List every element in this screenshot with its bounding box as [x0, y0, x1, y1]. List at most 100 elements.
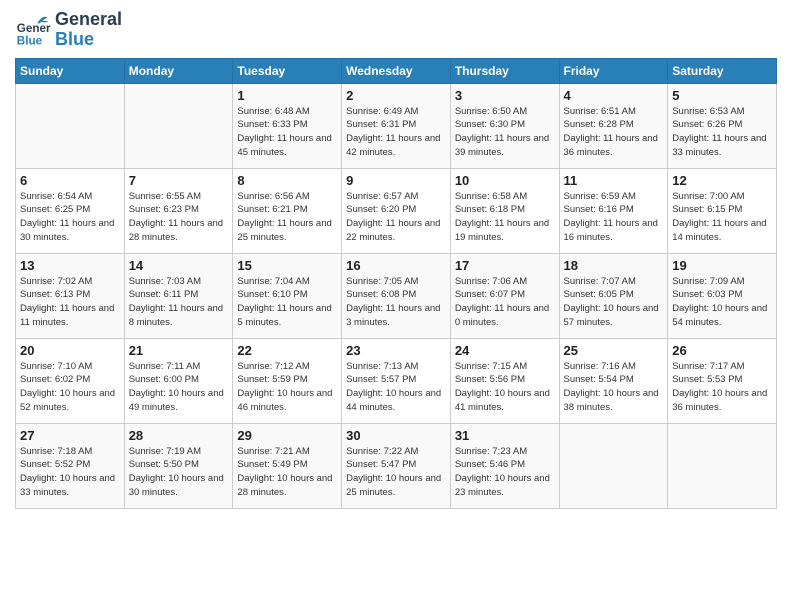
day-info: Sunrise: 7:17 AM Sunset: 5:53 PM Dayligh… [672, 360, 772, 415]
page-header: General Blue General Blue [15, 10, 777, 50]
header-thursday: Thursday [450, 58, 559, 83]
day-number: 5 [672, 88, 772, 103]
day-number: 31 [455, 428, 555, 443]
day-info: Sunrise: 7:05 AM Sunset: 6:08 PM Dayligh… [346, 275, 446, 330]
day-number: 10 [455, 173, 555, 188]
day-info: Sunrise: 7:04 AM Sunset: 6:10 PM Dayligh… [237, 275, 337, 330]
day-cell: 24 Sunrise: 7:15 AM Sunset: 5:56 PM Dayli… [450, 338, 559, 423]
day-cell: 16 Sunrise: 7:05 AM Sunset: 6:08 PM Dayli… [342, 253, 451, 338]
calendar-header-row: SundayMondayTuesdayWednesdayThursdayFrid… [16, 58, 777, 83]
day-info: Sunrise: 7:06 AM Sunset: 6:07 PM Dayligh… [455, 275, 555, 330]
day-info: Sunrise: 6:51 AM Sunset: 6:28 PM Dayligh… [564, 105, 664, 160]
day-cell: 23 Sunrise: 7:13 AM Sunset: 5:57 PM Dayli… [342, 338, 451, 423]
day-number: 3 [455, 88, 555, 103]
day-number: 22 [237, 343, 337, 358]
day-info: Sunrise: 6:57 AM Sunset: 6:20 PM Dayligh… [346, 190, 446, 245]
day-cell [124, 83, 233, 168]
day-cell: 4 Sunrise: 6:51 AM Sunset: 6:28 PM Daylig… [559, 83, 668, 168]
day-number: 23 [346, 343, 446, 358]
day-cell: 17 Sunrise: 7:06 AM Sunset: 6:07 PM Dayli… [450, 253, 559, 338]
calendar-table: SundayMondayTuesdayWednesdayThursdayFrid… [15, 58, 777, 509]
day-info: Sunrise: 6:53 AM Sunset: 6:26 PM Dayligh… [672, 105, 772, 160]
week-row-5: 27Sunrise: 7:18 AM Sunset: 5:52 PM Dayli… [16, 423, 777, 508]
day-cell: 7 Sunrise: 6:55 AM Sunset: 6:23 PM Daylig… [124, 168, 233, 253]
header-monday: Monday [124, 58, 233, 83]
day-cell: 30 Sunrise: 7:22 AM Sunset: 5:47 PM Dayli… [342, 423, 451, 508]
day-info: Sunrise: 6:50 AM Sunset: 6:30 PM Dayligh… [455, 105, 555, 160]
day-cell: 15 Sunrise: 7:04 AM Sunset: 6:10 PM Dayli… [233, 253, 342, 338]
day-number: 14 [129, 258, 229, 273]
day-info: Sunrise: 7:15 AM Sunset: 5:56 PM Dayligh… [455, 360, 555, 415]
day-info: Sunrise: 6:58 AM Sunset: 6:18 PM Dayligh… [455, 190, 555, 245]
day-cell: 10 Sunrise: 6:58 AM Sunset: 6:18 PM Dayli… [450, 168, 559, 253]
day-cell: 27Sunrise: 7:18 AM Sunset: 5:52 PM Dayli… [16, 423, 125, 508]
logo: General Blue General Blue [15, 10, 122, 50]
day-cell [668, 423, 777, 508]
day-cell: 8 Sunrise: 6:56 AM Sunset: 6:21 PM Daylig… [233, 168, 342, 253]
day-number: 12 [672, 173, 772, 188]
day-cell: 5 Sunrise: 6:53 AM Sunset: 6:26 PM Daylig… [668, 83, 777, 168]
day-number: 1 [237, 88, 337, 103]
logo-general: General [55, 10, 122, 30]
day-info: Sunrise: 7:02 AM Sunset: 6:13 PM Dayligh… [20, 275, 120, 330]
day-number: 24 [455, 343, 555, 358]
day-number: 18 [564, 258, 664, 273]
day-info: Sunrise: 7:07 AM Sunset: 6:05 PM Dayligh… [564, 275, 664, 330]
day-cell: 6 Sunrise: 6:54 AM Sunset: 6:25 PM Daylig… [16, 168, 125, 253]
day-info: Sunrise: 7:13 AM Sunset: 5:57 PM Dayligh… [346, 360, 446, 415]
day-number: 29 [237, 428, 337, 443]
day-number: 15 [237, 258, 337, 273]
day-cell: 21Sunrise: 7:11 AM Sunset: 6:00 PM Dayli… [124, 338, 233, 423]
day-info: Sunrise: 7:21 AM Sunset: 5:49 PM Dayligh… [237, 445, 337, 500]
day-number: 17 [455, 258, 555, 273]
day-number: 6 [20, 173, 120, 188]
day-cell: 9 Sunrise: 6:57 AM Sunset: 6:20 PM Daylig… [342, 168, 451, 253]
day-number: 7 [129, 173, 229, 188]
day-cell: 20Sunrise: 7:10 AM Sunset: 6:02 PM Dayli… [16, 338, 125, 423]
day-number: 16 [346, 258, 446, 273]
week-row-3: 13 Sunrise: 7:02 AM Sunset: 6:13 PM Dayli… [16, 253, 777, 338]
day-number: 20 [20, 343, 120, 358]
day-cell: 26 Sunrise: 7:17 AM Sunset: 5:53 PM Dayli… [668, 338, 777, 423]
week-row-1: 1 Sunrise: 6:48 AM Sunset: 6:33 PM Daylig… [16, 83, 777, 168]
day-cell: 22 Sunrise: 7:12 AM Sunset: 5:59 PM Dayli… [233, 338, 342, 423]
day-info: Sunrise: 6:54 AM Sunset: 6:25 PM Dayligh… [20, 190, 120, 245]
header-sunday: Sunday [16, 58, 125, 83]
day-info: Sunrise: 7:22 AM Sunset: 5:47 PM Dayligh… [346, 445, 446, 500]
day-number: 9 [346, 173, 446, 188]
day-cell: 12 Sunrise: 7:00 AM Sunset: 6:15 PM Dayli… [668, 168, 777, 253]
day-info: Sunrise: 7:19 AM Sunset: 5:50 PM Dayligh… [129, 445, 229, 500]
day-number: 28 [129, 428, 229, 443]
day-number: 4 [564, 88, 664, 103]
day-cell: 14Sunrise: 7:03 AM Sunset: 6:11 PM Dayli… [124, 253, 233, 338]
svg-text:General: General [17, 22, 51, 35]
day-info: Sunrise: 7:23 AM Sunset: 5:46 PM Dayligh… [455, 445, 555, 500]
day-info: Sunrise: 6:55 AM Sunset: 6:23 PM Dayligh… [129, 190, 229, 245]
day-number: 30 [346, 428, 446, 443]
day-number: 19 [672, 258, 772, 273]
day-cell: 18 Sunrise: 7:07 AM Sunset: 6:05 PM Dayli… [559, 253, 668, 338]
day-number: 21 [129, 343, 229, 358]
header-saturday: Saturday [668, 58, 777, 83]
day-cell: 29 Sunrise: 7:21 AM Sunset: 5:49 PM Dayli… [233, 423, 342, 508]
day-number: 2 [346, 88, 446, 103]
day-cell [559, 423, 668, 508]
day-number: 13 [20, 258, 120, 273]
day-info: Sunrise: 6:56 AM Sunset: 6:21 PM Dayligh… [237, 190, 337, 245]
day-info: Sunrise: 7:16 AM Sunset: 5:54 PM Dayligh… [564, 360, 664, 415]
day-cell: 31 Sunrise: 7:23 AM Sunset: 5:46 PM Dayli… [450, 423, 559, 508]
day-number: 26 [672, 343, 772, 358]
week-row-2: 6 Sunrise: 6:54 AM Sunset: 6:25 PM Daylig… [16, 168, 777, 253]
day-info: Sunrise: 6:48 AM Sunset: 6:33 PM Dayligh… [237, 105, 337, 160]
svg-text:Blue: Blue [17, 34, 43, 47]
day-number: 11 [564, 173, 664, 188]
day-number: 8 [237, 173, 337, 188]
day-cell: 13 Sunrise: 7:02 AM Sunset: 6:13 PM Dayli… [16, 253, 125, 338]
day-info: Sunrise: 7:18 AM Sunset: 5:52 PM Dayligh… [20, 445, 120, 500]
day-info: Sunrise: 7:12 AM Sunset: 5:59 PM Dayligh… [237, 360, 337, 415]
header-friday: Friday [559, 58, 668, 83]
logo-blue: Blue [55, 30, 122, 50]
day-info: Sunrise: 7:00 AM Sunset: 6:15 PM Dayligh… [672, 190, 772, 245]
day-cell: 28 Sunrise: 7:19 AM Sunset: 5:50 PM Dayli… [124, 423, 233, 508]
day-cell: 25Sunrise: 7:16 AM Sunset: 5:54 PM Dayli… [559, 338, 668, 423]
